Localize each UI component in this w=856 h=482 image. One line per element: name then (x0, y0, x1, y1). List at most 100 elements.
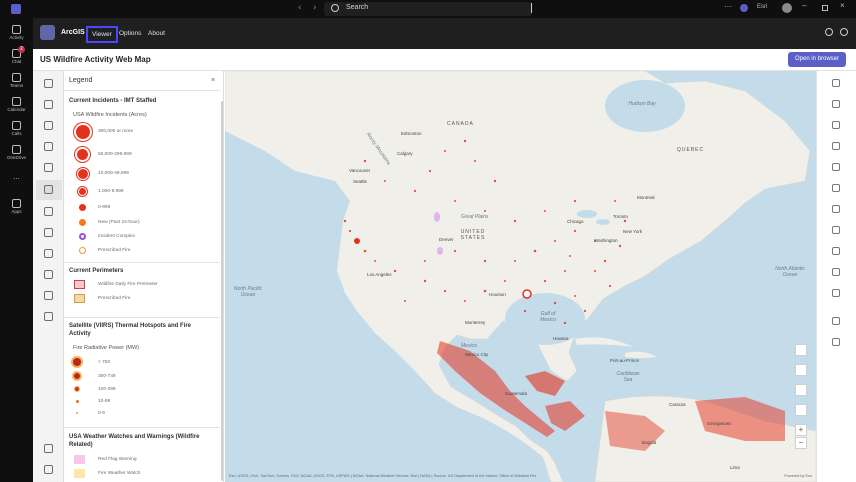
legend-row: 100-299 (75, 384, 218, 396)
map-label-gulf: Gulf of Mexico (540, 311, 556, 323)
map-tool-strip (33, 71, 64, 482)
rail-item-chat[interactable]: 2 Chat (0, 46, 33, 70)
bell-icon (12, 25, 21, 34)
table-icon[interactable] (44, 121, 53, 130)
rail-item-apps[interactable]: Apps (0, 196, 33, 220)
filter-icon[interactable] (832, 289, 840, 297)
section-title: USA Weather Watches and Warnings (Wildfi… (69, 434, 200, 448)
zoom-in-button[interactable]: + (795, 424, 807, 436)
red-flag-swatch (74, 455, 85, 464)
app-name: ArcGIS (61, 29, 85, 36)
search-map-icon[interactable] (795, 344, 807, 356)
popout-icon[interactable] (825, 28, 833, 36)
city-georgetown: Georgetown (707, 421, 732, 426)
zoom-out-button[interactable]: − (795, 437, 807, 449)
grid-icon[interactable] (44, 291, 53, 300)
tab-viewer[interactable]: Viewer (86, 26, 118, 43)
legend-label: 100-299 (98, 387, 116, 392)
fire-icon (75, 147, 90, 162)
rail-item-calendar[interactable]: Calendar (0, 94, 33, 118)
legend-label: Red Flag Warning (98, 457, 137, 462)
folder-icon[interactable] (44, 228, 53, 237)
add-icon[interactable] (44, 79, 53, 88)
fire-icon (79, 204, 86, 211)
legend-label: Prescribed Fire (98, 248, 131, 253)
tab-options[interactable]: Options (119, 30, 141, 37)
legend-row: Prescribed Fire (78, 245, 218, 257)
rail-item-teams[interactable]: Teams (0, 70, 33, 94)
calendar-icon (12, 97, 21, 106)
time-icon[interactable] (44, 270, 53, 279)
edit-icon[interactable] (832, 317, 840, 325)
measure-icon[interactable] (832, 79, 840, 87)
rail-item-onedrive[interactable]: OneDrive (0, 142, 33, 166)
rail-label: Apps (11, 209, 22, 214)
select-icon[interactable] (832, 100, 840, 108)
minimize-icon[interactable]: – (802, 1, 806, 10)
notifications-icon[interactable] (740, 4, 748, 12)
basemap-toggle-icon[interactable] (795, 364, 807, 376)
directions-icon[interactable] (832, 163, 840, 171)
divider (64, 90, 220, 91)
teams-logo-icon (11, 4, 21, 14)
legend-scrollbar[interactable] (221, 101, 223, 481)
section-title: Current Perimeters (69, 268, 124, 274)
elevation-icon[interactable] (832, 142, 840, 150)
swipe-icon[interactable] (832, 226, 840, 234)
map-label-north-pacific: North Pacific Ocean (233, 286, 263, 298)
back-arrow-icon[interactable]: ‹ (298, 3, 302, 13)
legend-label: Wildfire Daily Fire Perimeter (98, 282, 158, 287)
rail-label: Activity (9, 35, 24, 40)
close-icon[interactable]: × (211, 77, 215, 84)
maximize-icon[interactable] (822, 5, 828, 11)
sketch-icon[interactable] (832, 184, 840, 192)
open-in-browser-button[interactable]: Open in browser (788, 52, 846, 67)
cloud-icon (12, 145, 21, 154)
fullscreen-icon[interactable] (795, 384, 807, 396)
search-placeholder: Search (346, 4, 369, 11)
forward-arrow-icon[interactable]: › (313, 3, 317, 13)
rail-item-calls[interactable]: Calls (0, 118, 33, 142)
share-icon[interactable] (832, 268, 840, 276)
layers-icon[interactable] (44, 100, 53, 109)
right-tool-strip (816, 71, 856, 482)
tab-about[interactable]: About (148, 30, 165, 37)
fire-icon (77, 168, 89, 180)
rail-label: Calls (11, 131, 22, 136)
legend-title: Legend (69, 77, 93, 84)
bookmark-icon[interactable] (44, 207, 53, 216)
org-name: Esri (757, 4, 768, 10)
pin-icon[interactable] (832, 247, 840, 255)
link-icon[interactable] (832, 338, 840, 346)
legend-icon[interactable] (44, 185, 53, 194)
fire-icon (74, 123, 92, 141)
unread-badge: 2 (18, 46, 25, 53)
rail-item-more[interactable]: ... (0, 168, 33, 192)
draw-icon[interactable] (832, 121, 840, 129)
avatar[interactable] (782, 3, 792, 13)
search-input[interactable]: Search (324, 2, 532, 16)
close-icon[interactable]: × (840, 1, 845, 10)
city-port-au-prince: Port-au-Prince (610, 358, 640, 363)
more-options-icon[interactable]: ··· (724, 2, 732, 11)
chart-icon[interactable] (44, 163, 53, 172)
map-label-us: UNITED STATES (460, 229, 486, 241)
home-icon[interactable] (795, 404, 807, 416)
basemap-icon[interactable] (44, 142, 53, 151)
hotspot-icon (76, 400, 79, 403)
collapse-icon[interactable] (44, 465, 53, 474)
legend-label: Incident Complex (98, 234, 136, 239)
legend-row: 300-749 (74, 371, 218, 383)
print-icon[interactable] (44, 312, 53, 321)
rail-item-activity[interactable]: Activity (0, 22, 33, 46)
feedback-icon[interactable] (44, 444, 53, 453)
app-header: ArcGIS Viewer Options About (33, 18, 856, 49)
map-view[interactable]: CANADA UNITED STATES Mexico Edmonton Cal… (225, 71, 816, 482)
settings-icon[interactable] (44, 249, 53, 258)
location-icon[interactable] (832, 205, 840, 213)
app-content: US Wildfire Activity Web Map Open in bro… (33, 49, 856, 482)
rail-label: Teams (9, 83, 24, 88)
city-lima: Lima (730, 465, 740, 470)
new-fire-icon (79, 219, 86, 226)
refresh-icon[interactable] (840, 28, 848, 36)
